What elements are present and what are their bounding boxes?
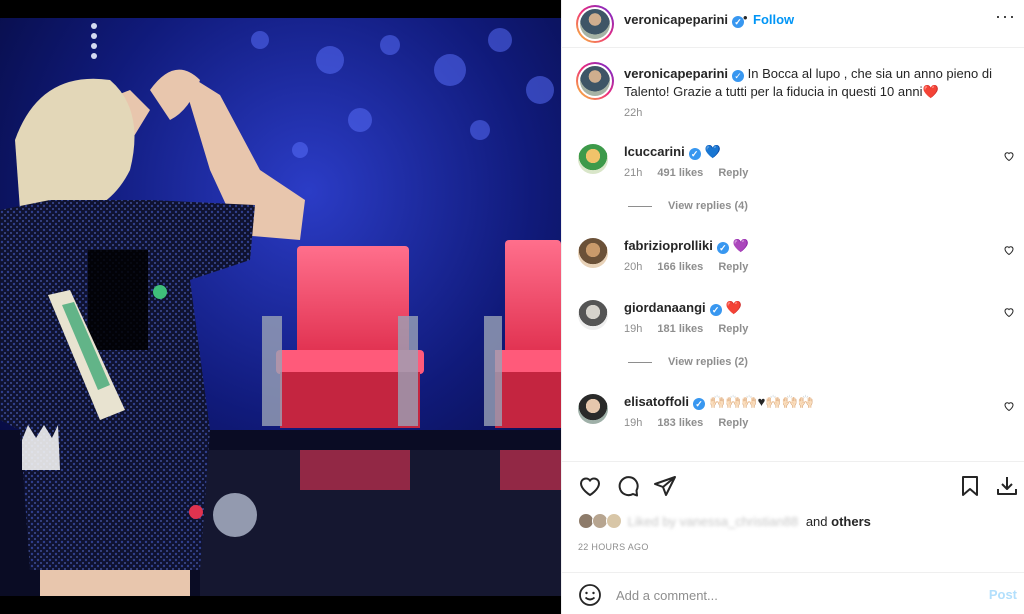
separator-dot: • <box>743 10 748 25</box>
comment-likes[interactable]: 183 likes <box>657 417 703 429</box>
more-options-icon[interactable]: ··· <box>995 6 1016 27</box>
comment-time: 19h <box>624 323 643 335</box>
caption-time: 22h <box>624 107 643 119</box>
likes-and-label: and <box>805 514 828 529</box>
verified-badge-icon: ✓ <box>716 242 729 254</box>
view-replies-button[interactable]: View replies (2) <box>628 356 748 368</box>
comment-item: fabrizioprolliki ✓ 💜 20h 166 likes Reply <box>562 238 1024 294</box>
save-bookmark-icon[interactable] <box>958 474 982 498</box>
comment-item: elisatoffoli ✓ 🙌🏻🙌🏻🙌🏻♥🙌🏻🙌🏻🙌🏻 19h 183 likes… <box>562 394 1024 450</box>
post-header: veronicapeparini ✓ • Follow ··· <box>562 0 1024 48</box>
post-comment-button[interactable]: Post <box>989 587 1017 602</box>
comment-item: giordanaangi ✓ ❤️ 19h 181 likes Reply <box>562 300 1024 356</box>
replies-line <box>628 205 652 207</box>
liker-avatars[interactable] <box>578 513 624 529</box>
reply-button[interactable]: Reply <box>718 261 748 273</box>
comment-like-heart-icon[interactable] <box>1003 244 1015 256</box>
post-caption: veronicapeparini ✓ In Bocca al lupo , che… <box>624 65 994 101</box>
likes-summary: Liked by vanessa_christian88 and others <box>578 513 871 529</box>
comment-username: giordanaangi ✓ ❤️ <box>624 300 742 316</box>
view-replies-label[interactable]: View replies (4) <box>668 200 748 212</box>
comment-likes[interactable]: 166 likes <box>657 261 703 273</box>
comment-likes[interactable]: 181 likes <box>657 323 703 335</box>
reply-button[interactable]: Reply <box>718 167 748 179</box>
comment-meta: 19h 181 likes Reply <box>624 323 760 335</box>
add-comment-input[interactable] <box>616 585 956 605</box>
follow-button[interactable]: Follow <box>753 12 794 27</box>
comment-username: elisatoffoli ✓ 🙌🏻🙌🏻🙌🏻♥🙌🏻🙌🏻🙌🏻 <box>624 394 814 410</box>
author-username-text[interactable]: veronicapeparini <box>624 12 728 27</box>
comment-username-text[interactable]: lcuccarini <box>624 144 685 159</box>
comment-time: 20h <box>624 261 643 273</box>
author-avatar[interactable] <box>576 5 614 43</box>
verified-badge-icon: ✓ <box>688 148 701 160</box>
replies-line <box>628 361 652 363</box>
comment-username: fabrizioprolliki ✓ 💜 <box>624 238 749 254</box>
post-actions-bar <box>562 461 1024 509</box>
comment-like-heart-icon[interactable] <box>1003 306 1015 318</box>
comment-username-text[interactable]: elisatoffoli <box>624 394 689 409</box>
commenter-avatar[interactable] <box>578 300 608 330</box>
comment-bubble-icon[interactable] <box>616 474 640 498</box>
photo-illustration <box>0 0 561 614</box>
commenter-avatar[interactable] <box>578 238 608 268</box>
comment-text: 💙 <box>704 144 721 159</box>
commenter-avatar[interactable] <box>578 144 608 174</box>
comment-item: lcuccarini ✓ 💙 21h 491 likes Reply <box>562 144 1024 200</box>
comment-username-text[interactable]: fabrizioprolliki <box>624 238 713 253</box>
liked-by-names[interactable]: Liked by vanessa_christian88 <box>628 514 799 529</box>
reply-button[interactable]: Reply <box>718 323 748 335</box>
comment-meta: 19h 183 likes Reply <box>624 417 760 429</box>
view-replies-label[interactable]: View replies (2) <box>668 356 748 368</box>
add-comment-bar: Post <box>562 572 1024 614</box>
comment-time: 21h <box>624 167 643 179</box>
comment-text: 💜 <box>732 238 750 253</box>
post-photo[interactable] <box>0 0 561 614</box>
comment-username: lcuccarini ✓ 💙 <box>624 144 721 160</box>
comment-meta: 21h 491 likes Reply <box>624 167 760 179</box>
caption-emoji: ❤️ <box>922 84 939 99</box>
comment-meta: 20h 166 likes Reply <box>624 261 760 273</box>
like-heart-icon[interactable] <box>578 474 602 498</box>
verified-badge-icon: ✓ <box>709 304 722 316</box>
verified-badge-icon: ✓ <box>732 70 745 82</box>
comment-username-text[interactable]: giordanaangi <box>624 300 706 315</box>
post-details-panel: veronicapeparini ✓ • Follow ··· veronicap… <box>561 0 1024 614</box>
comment-time: 19h <box>624 417 643 429</box>
verified-badge-icon: ✓ <box>693 398 706 410</box>
caption-username[interactable]: veronicapeparini <box>624 66 728 81</box>
emoji-smile-icon[interactable] <box>578 583 602 607</box>
comment-like-heart-icon[interactable] <box>1003 150 1015 162</box>
view-replies-button[interactable]: View replies (4) <box>628 200 748 212</box>
reply-button[interactable]: Reply <box>718 417 748 429</box>
author-username[interactable]: veronicapeparini ✓ <box>624 12 745 28</box>
commenter-avatar[interactable] <box>578 394 608 424</box>
comment-text: ❤️ <box>725 300 742 315</box>
comment-text: 🙌🏻🙌🏻🙌🏻♥🙌🏻🙌🏻🙌🏻 <box>709 394 814 409</box>
instagram-post-modal: veronicapeparini ✓ • Follow ··· veronicap… <box>0 0 1024 614</box>
comment-likes[interactable]: 491 likes <box>657 167 703 179</box>
likes-others-link[interactable]: others <box>831 514 871 529</box>
download-icon[interactable] <box>995 474 1019 498</box>
post-timestamp: 22 HOURS AGO <box>578 542 649 552</box>
share-paper-plane-icon[interactable] <box>653 474 677 498</box>
caption-author-avatar[interactable] <box>576 62 614 100</box>
comment-like-heart-icon[interactable] <box>1003 400 1015 412</box>
